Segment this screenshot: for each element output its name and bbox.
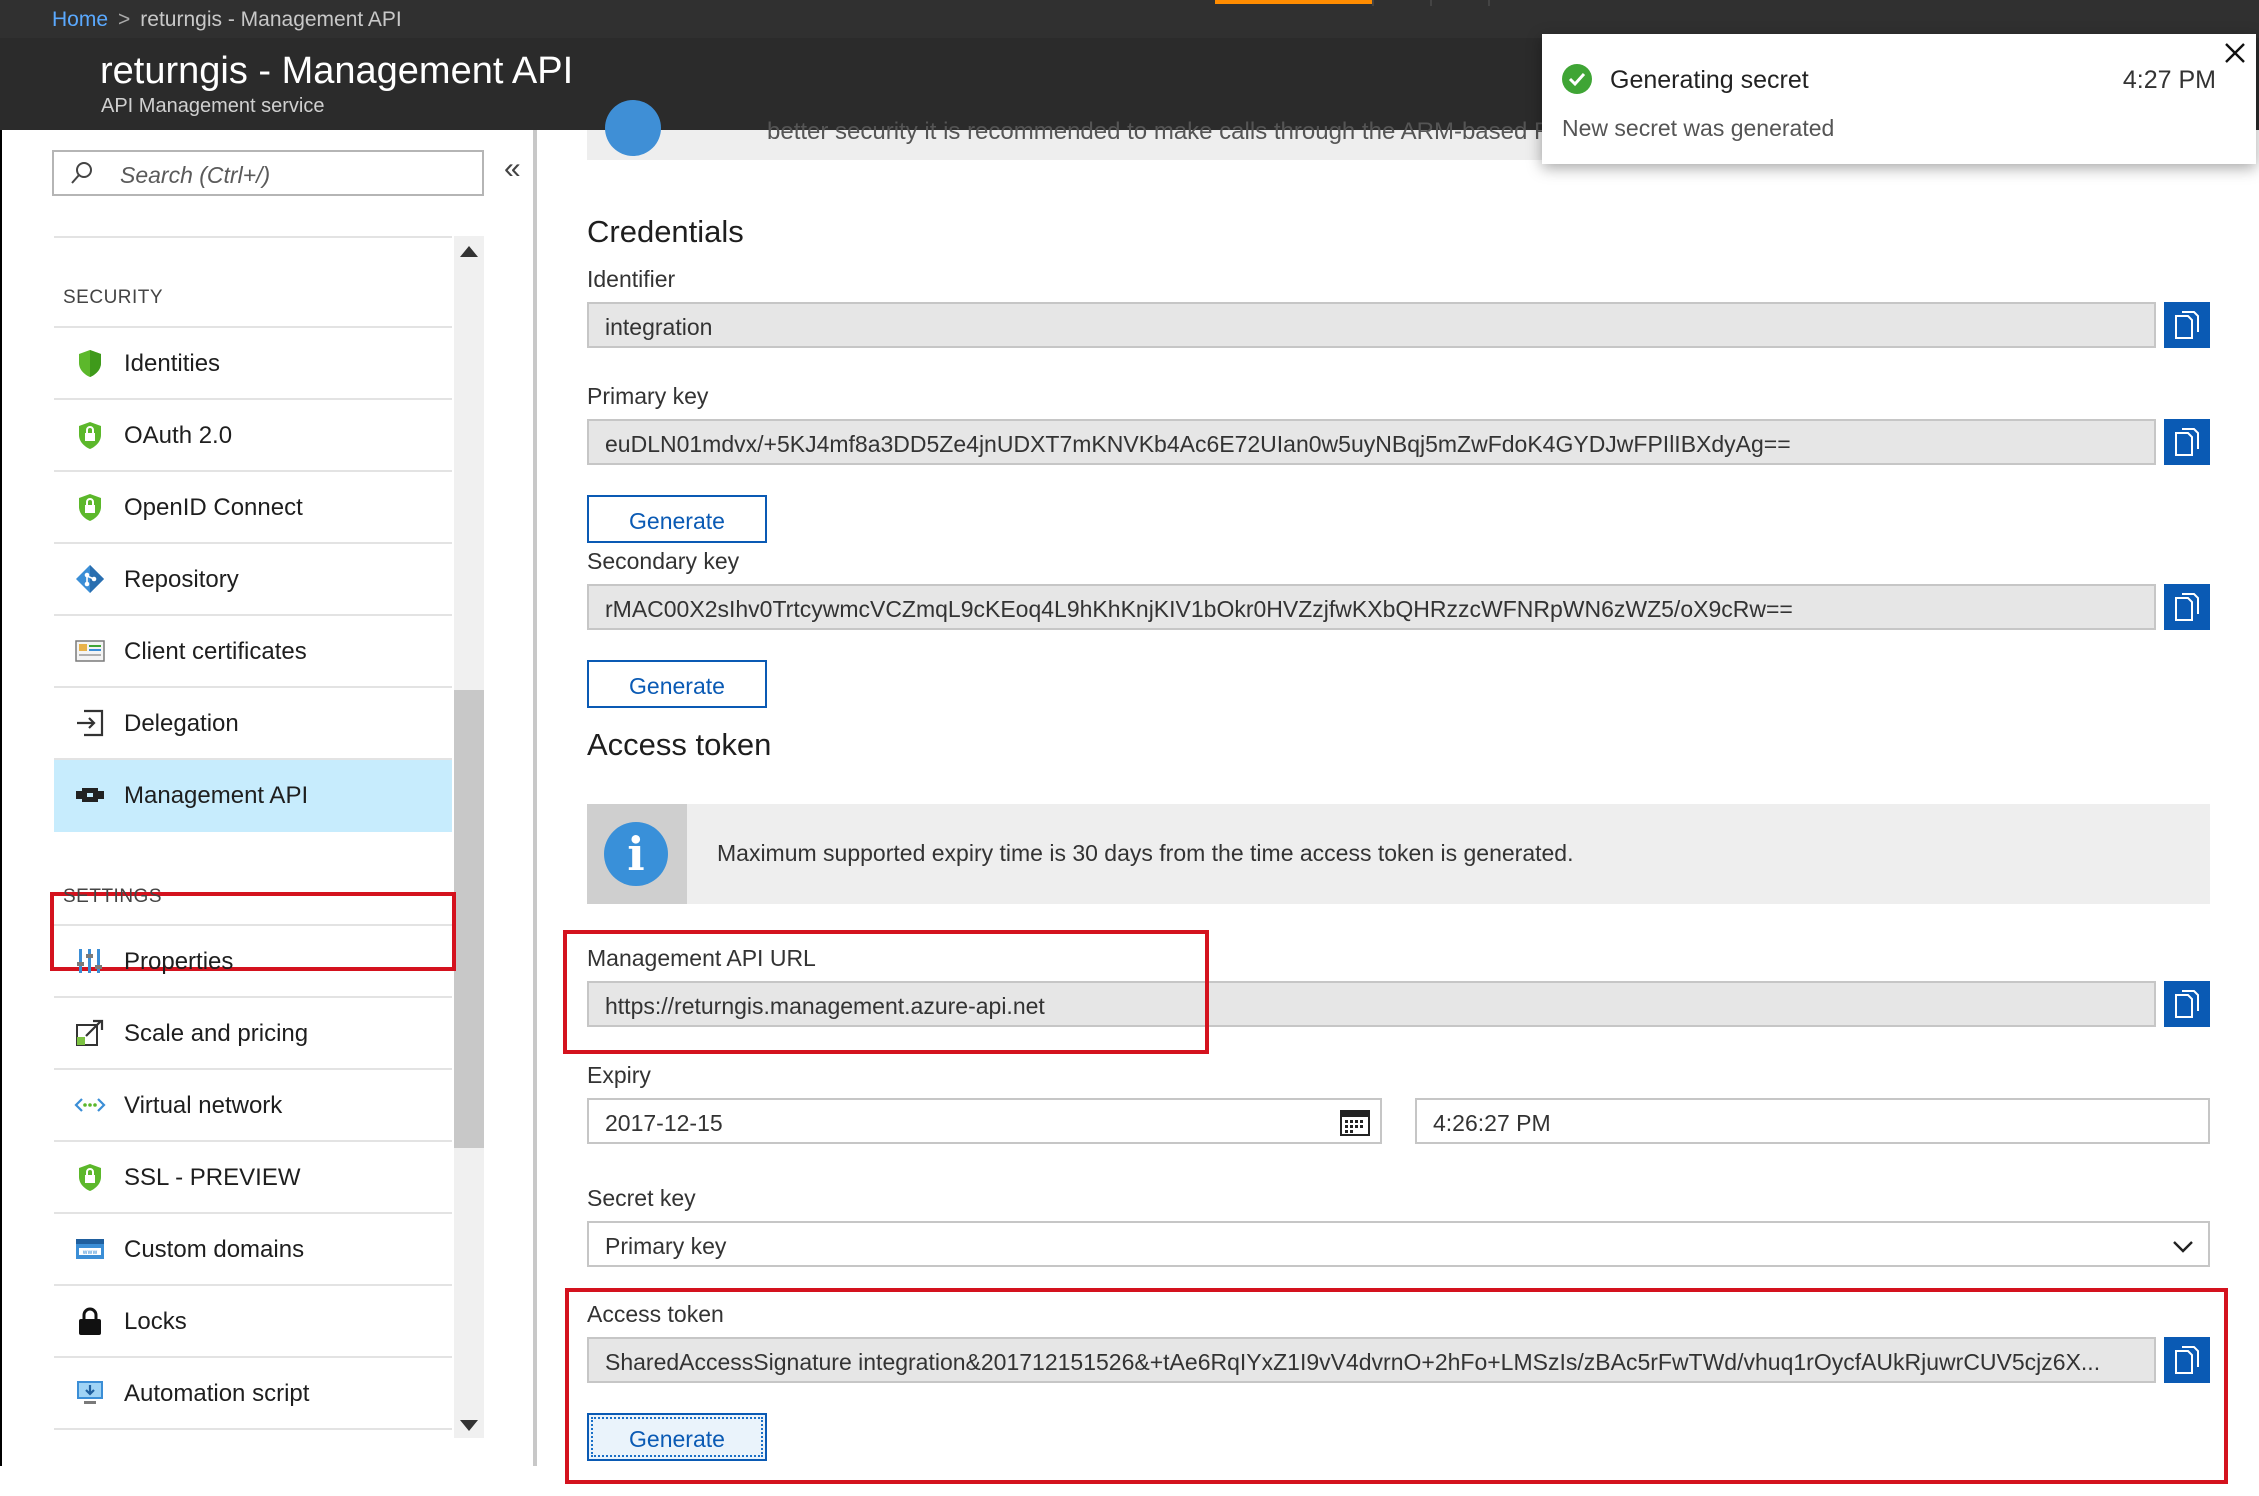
scale-icon [76,1019,104,1046]
copy-primary-key-button[interactable] [2164,419,2210,465]
access-token-heading: Access token [587,727,772,762]
secondary-key-field[interactable]: rMAC00X2sIhv0TrtcywmcVCZmqL9cKEoq4L9hKhK… [587,584,2156,630]
breadcrumb-current[interactable]: returngis - Management API [140,8,401,31]
sidebar-item-openid-connect[interactable]: OpenID Connect [54,472,452,544]
secondary-key-label: Secondary key [587,548,740,574]
automation-icon [77,1381,103,1404]
sidebar-item-custom-domains[interactable]: www Custom domains [54,1214,452,1286]
copy-identifier-button[interactable] [2164,302,2210,348]
identifier-label: Identifier [587,266,676,292]
highlight-access-token [565,1288,2228,1484]
git-diamond-icon [76,565,104,593]
sidebar-item-automation-script[interactable]: Automation script [54,1358,452,1430]
breadcrumb: Home > returngis - Management API [52,8,402,32]
primary-key-label: Primary key [587,383,709,409]
copy-icon [2175,990,2199,1018]
resource-menu: Search (Ctrl+/) « SECURITY Identities OA… [0,130,537,1466]
info-circle-icon [605,100,661,156]
settings-section-header: SETTINGS [63,886,163,907]
success-check-icon [1562,64,1592,94]
expiry-time-field[interactable]: 4:26:27 PM [1415,1098,2210,1144]
sidebar-item-properties[interactable]: Properties [54,926,452,998]
chevron-down-icon [2173,1241,2193,1253]
delegation-icon [77,709,104,737]
sidebar-item-management-api[interactable]: Management API [54,760,452,832]
sidebar-item-client-certificates[interactable]: Client certificates [54,616,452,688]
www-icon: www [76,1239,104,1259]
expiry-label: Expiry [587,1062,651,1088]
search-input[interactable]: Search (Ctrl+/) [52,150,484,196]
notification-time: 4:27 PM [2122,66,2216,94]
lock-icon [79,1307,101,1335]
generate-secondary-key-button[interactable]: Generate [587,660,767,708]
page-title: returngis - Management API [100,50,574,92]
api-plug-icon [76,788,104,802]
generate-primary-key-button[interactable]: Generate [587,495,767,543]
properties-icon [77,949,102,973]
copy-icon [2175,428,2199,456]
sidebar-item-locks[interactable]: Locks [54,1286,452,1358]
breadcrumb-home-link[interactable]: Home [52,8,108,31]
highlight-management-api-url [563,930,1209,1054]
shield-lock-icon [79,1164,101,1191]
svg-text:www: www [83,1249,98,1256]
copy-icon [2175,311,2199,339]
vnet-icon [74,1098,106,1112]
expiry-info-banner: i Maximum supported expiry time is 30 da… [587,804,2210,904]
sidebar-item-repository[interactable]: Repository [54,544,452,616]
page-subtitle: API Management service [101,95,325,117]
active-tab-indicator [1215,0,1373,4]
copy-secondary-key-button[interactable] [2164,584,2210,630]
notification-title: Generating secret [1610,66,1809,94]
sidebar-item-virtual-network[interactable]: Virtual network [54,1070,452,1142]
scroll-down-arrow-icon[interactable] [460,1420,478,1431]
search-placeholder: Search (Ctrl+/) [120,162,271,188]
primary-key-field[interactable]: euDLN01mdvx/+5KJ4mf8a3DD5Ze4jnUDXT7mKNVK… [587,419,2156,465]
copy-url-button[interactable] [2164,981,2210,1027]
notification-message: New secret was generated [1562,115,1835,141]
certificate-icon [75,640,105,662]
breadcrumb-separator: > [118,8,131,31]
shield-lock-icon [79,494,101,521]
menu-scrollbar-thumb[interactable] [454,690,484,1148]
secret-key-dropdown[interactable]: Primary key [587,1221,2210,1267]
sidebar-item-identities[interactable]: Identities [54,328,452,400]
expiry-date-picker[interactable]: 2017-12-15 [587,1098,1382,1144]
sidebar-item-delegation[interactable]: Delegation [54,688,452,760]
credentials-heading: Credentials [587,214,744,249]
notification-toast[interactable]: Generating secret 4:27 PM New secret was… [1542,34,2256,164]
scroll-up-arrow-icon[interactable] [460,246,478,257]
security-section-header: SECURITY [63,287,164,308]
shield-lock-icon [79,422,101,449]
shield-icon [79,350,101,377]
sidebar-item-scale-and-pricing[interactable]: Scale and pricing [54,998,452,1070]
main-content: better security it is recommended to mak… [537,100,2259,1496]
sidebar-item-oauth[interactable]: OAuth 2.0 [54,400,452,472]
calendar-icon[interactable] [1340,1108,1370,1136]
info-icon: i [604,822,668,886]
copy-icon [2175,593,2199,621]
search-icon [71,162,92,184]
collapse-menu-button[interactable]: « [504,154,521,184]
secret-key-label: Secret key [587,1185,696,1211]
identifier-field[interactable]: integration [587,302,2156,348]
sidebar-item-ssl-preview[interactable]: SSL - PREVIEW [54,1142,452,1214]
close-icon[interactable] [2222,40,2248,66]
